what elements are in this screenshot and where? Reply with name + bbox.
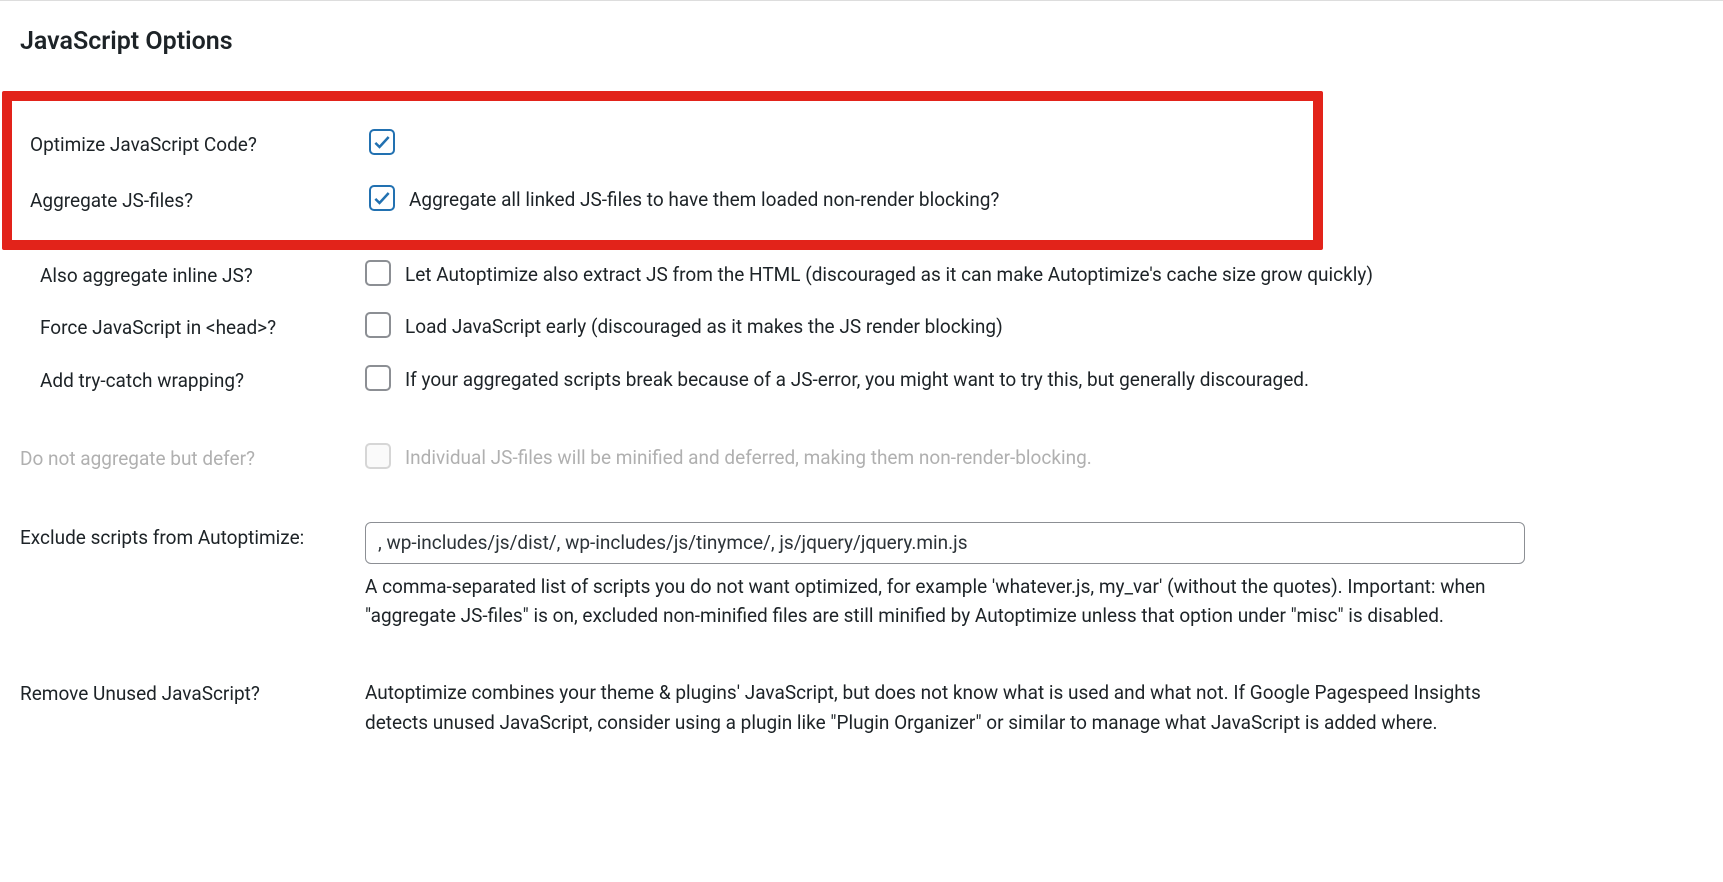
control-aggregate-js: Aggregate all linked JS-files to have th… xyxy=(369,185,1301,214)
control-trycatch: If your aggregated scripts break because… xyxy=(365,365,1703,394)
checkbox-optimize-js[interactable] xyxy=(369,129,395,155)
desc-inline-js: Let Autoptimize also extract JS from the… xyxy=(405,260,1373,289)
label-trycatch: Add try-catch wrapping? xyxy=(20,365,365,396)
highlighted-options: Optimize JavaScript Code? Aggregate JS-f… xyxy=(2,91,1323,250)
row-trycatch: Add try-catch wrapping? If your aggregat… xyxy=(20,365,1703,396)
javascript-options-section: JavaScript Options Optimize JavaScript C… xyxy=(0,23,1723,783)
section-title: JavaScript Options xyxy=(20,23,1703,61)
row-exclude: Exclude scripts from Autoptimize: A comm… xyxy=(20,522,1703,631)
control-inline-js: Let Autoptimize also extract JS from the… xyxy=(365,260,1703,289)
control-defer: Individual JS-files will be minified and… xyxy=(365,443,1703,472)
checkbox-force-head[interactable] xyxy=(365,312,391,338)
help-exclude: A comma-separated list of scripts you do… xyxy=(365,572,1525,631)
desc-force-head: Load JavaScript early (discouraged as it… xyxy=(405,312,1003,341)
checkbox-defer xyxy=(365,443,391,469)
label-force-head: Force JavaScript in <head>? xyxy=(20,312,365,343)
check-icon xyxy=(372,188,392,208)
label-optimize-js: Optimize JavaScript Code? xyxy=(24,129,369,160)
row-defer: Do not aggregate but defer? Individual J… xyxy=(20,443,1703,474)
label-aggregate-js: Aggregate JS-files? xyxy=(24,185,369,216)
checkbox-aggregate-js[interactable] xyxy=(369,185,395,211)
input-exclude-scripts[interactable] xyxy=(365,522,1525,564)
check-icon xyxy=(372,132,392,152)
checkbox-inline-js[interactable] xyxy=(365,260,391,286)
options-table: Optimize JavaScript Code? Aggregate JS-f… xyxy=(20,91,1703,738)
row-force-head: Force JavaScript in <head>? Load JavaScr… xyxy=(20,312,1703,343)
desc-remove-unused: Autoptimize combines your theme & plugin… xyxy=(365,678,1505,737)
control-exclude: A comma-separated list of scripts you do… xyxy=(365,522,1703,631)
control-remove-unused: Autoptimize combines your theme & plugin… xyxy=(365,678,1703,737)
desc-defer: Individual JS-files will be minified and… xyxy=(405,443,1092,472)
row-remove-unused: Remove Unused JavaScript? Autoptimize co… xyxy=(20,678,1703,737)
label-inline-js: Also aggregate inline JS? xyxy=(20,260,365,291)
control-optimize-js xyxy=(369,129,1301,155)
desc-aggregate-js: Aggregate all linked JS-files to have th… xyxy=(409,185,999,214)
label-defer: Do not aggregate but defer? xyxy=(20,443,365,474)
checkbox-trycatch[interactable] xyxy=(365,365,391,391)
row-optimize-js: Optimize JavaScript Code? xyxy=(24,129,1301,160)
label-exclude: Exclude scripts from Autoptimize: xyxy=(20,522,365,553)
row-aggregate-js: Aggregate JS-files? Aggregate all linked… xyxy=(24,185,1301,216)
row-inline-js: Also aggregate inline JS? Let Autoptimiz… xyxy=(20,260,1703,291)
desc-trycatch: If your aggregated scripts break because… xyxy=(405,365,1309,394)
control-force-head: Load JavaScript early (discouraged as it… xyxy=(365,312,1703,341)
label-remove-unused: Remove Unused JavaScript? xyxy=(20,678,365,709)
